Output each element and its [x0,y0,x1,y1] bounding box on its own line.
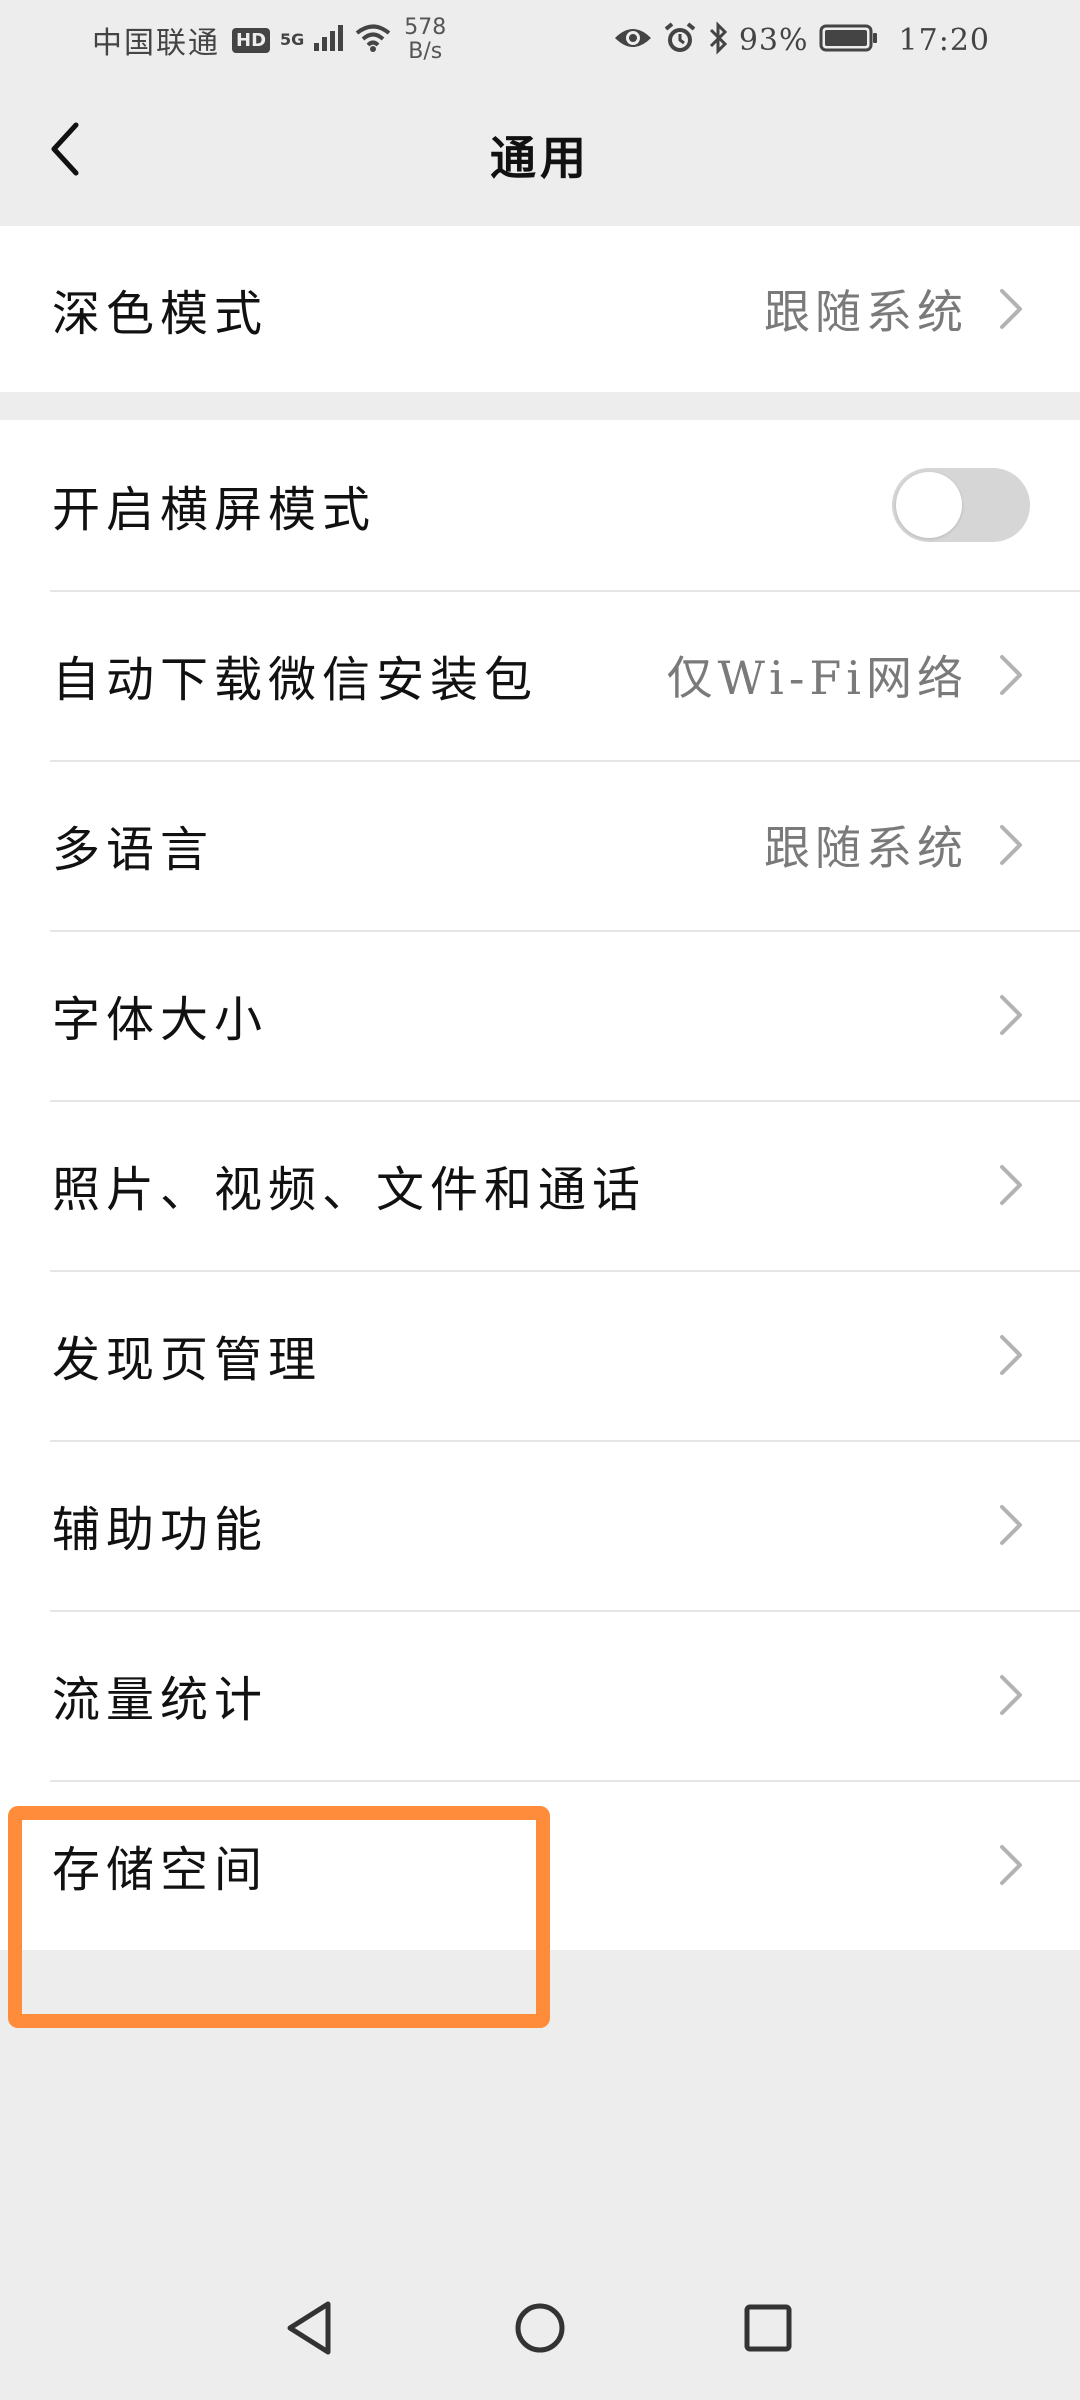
settings-group-general: 开启横屏模式 自动下载微信安装包 仅Wi-Fi网络 多语言 跟随系统 字体大小 … [0,420,1080,1950]
setting-row-traffic[interactable]: 流量统计 [0,1610,1080,1780]
setting-label: 辅助功能 [52,1502,269,1558]
setting-row-accessibility[interactable]: 辅助功能 [0,1440,1080,1610]
page-title: 通用 [490,131,590,185]
signal-icon [312,23,346,57]
status-bar: 中国联通 HD 5G 578 B/s 93% 17:20 [0,0,1080,80]
eye-icon [613,24,653,56]
network-speed-value: 578 [404,15,447,40]
setting-label: 照片、视频、文件和通话 [52,1162,647,1218]
setting-label: 开启横屏模式 [52,482,377,538]
bluetooth-icon [707,21,729,59]
setting-value: 跟随系统 [764,821,968,875]
chevron-right-icon [998,1673,1024,1717]
setting-row-discover[interactable]: 发现页管理 [0,1270,1080,1440]
system-recent-apps-button[interactable] [728,2290,808,2370]
network-speed-unit: B/s [408,39,443,64]
system-navigation-bar [0,2260,1080,2400]
setting-row-dark-mode[interactable]: 深色模式 跟随系统 [0,226,1080,392]
landscape-mode-toggle[interactable] [892,468,1030,542]
clock: 17:20 [898,22,990,58]
square-recent-icon [742,2302,794,2358]
toggle-knob [896,472,962,538]
chevron-right-icon [998,823,1024,867]
network-gen-label: 5G [280,30,305,49]
hd-badge: HD [232,27,271,53]
setting-label: 存储空间 [52,1842,269,1898]
alarm-icon [663,21,697,59]
chevron-right-icon [998,1843,1024,1887]
settings-group-display: 深色模式 跟随系统 [0,226,1080,392]
setting-label: 发现页管理 [52,1332,323,1388]
setting-row-language[interactable]: 多语言 跟随系统 [0,760,1080,930]
status-right: 93% 17:20 [613,14,990,66]
chevron-right-icon [998,287,1024,331]
setting-row-media[interactable]: 照片、视频、文件和通话 [0,1100,1080,1270]
setting-label: 流量统计 [52,1672,269,1728]
chevron-right-icon [998,1333,1024,1377]
carrier-label: 中国联通 [92,26,220,61]
chevron-right-icon [998,1503,1024,1547]
system-home-button[interactable] [500,2290,580,2370]
circle-home-icon [512,2300,568,2360]
wifi-icon [354,23,392,57]
chevron-right-icon [998,993,1024,1037]
setting-row-landscape-mode: 开启横屏模式 [0,420,1080,590]
battery-percentage: 93% [738,22,809,58]
chevron-right-icon [998,1163,1024,1207]
setting-row-font-size[interactable]: 字体大小 [0,930,1080,1100]
setting-label: 字体大小 [52,992,269,1048]
status-left: 中国联通 HD 5G 578 B/s [92,14,446,66]
setting-row-auto-download[interactable]: 自动下载微信安装包 仅Wi-Fi网络 [0,590,1080,760]
setting-value: 仅Wi-Fi网络 [666,651,968,705]
setting-label: 深色模式 [52,286,269,342]
network-speed: 578 B/s [400,16,446,64]
chevron-right-icon [998,653,1024,697]
battery-icon [819,23,879,57]
setting-row-storage[interactable]: 存储空间 [0,1780,1080,1950]
triangle-back-icon [282,2298,338,2362]
setting-label: 自动下载微信安装包 [52,652,539,708]
navigation-bar: 通用 [0,80,1080,226]
setting-label: 多语言 [52,822,215,878]
system-back-button[interactable] [270,2290,350,2370]
setting-value: 跟随系统 [764,285,968,339]
